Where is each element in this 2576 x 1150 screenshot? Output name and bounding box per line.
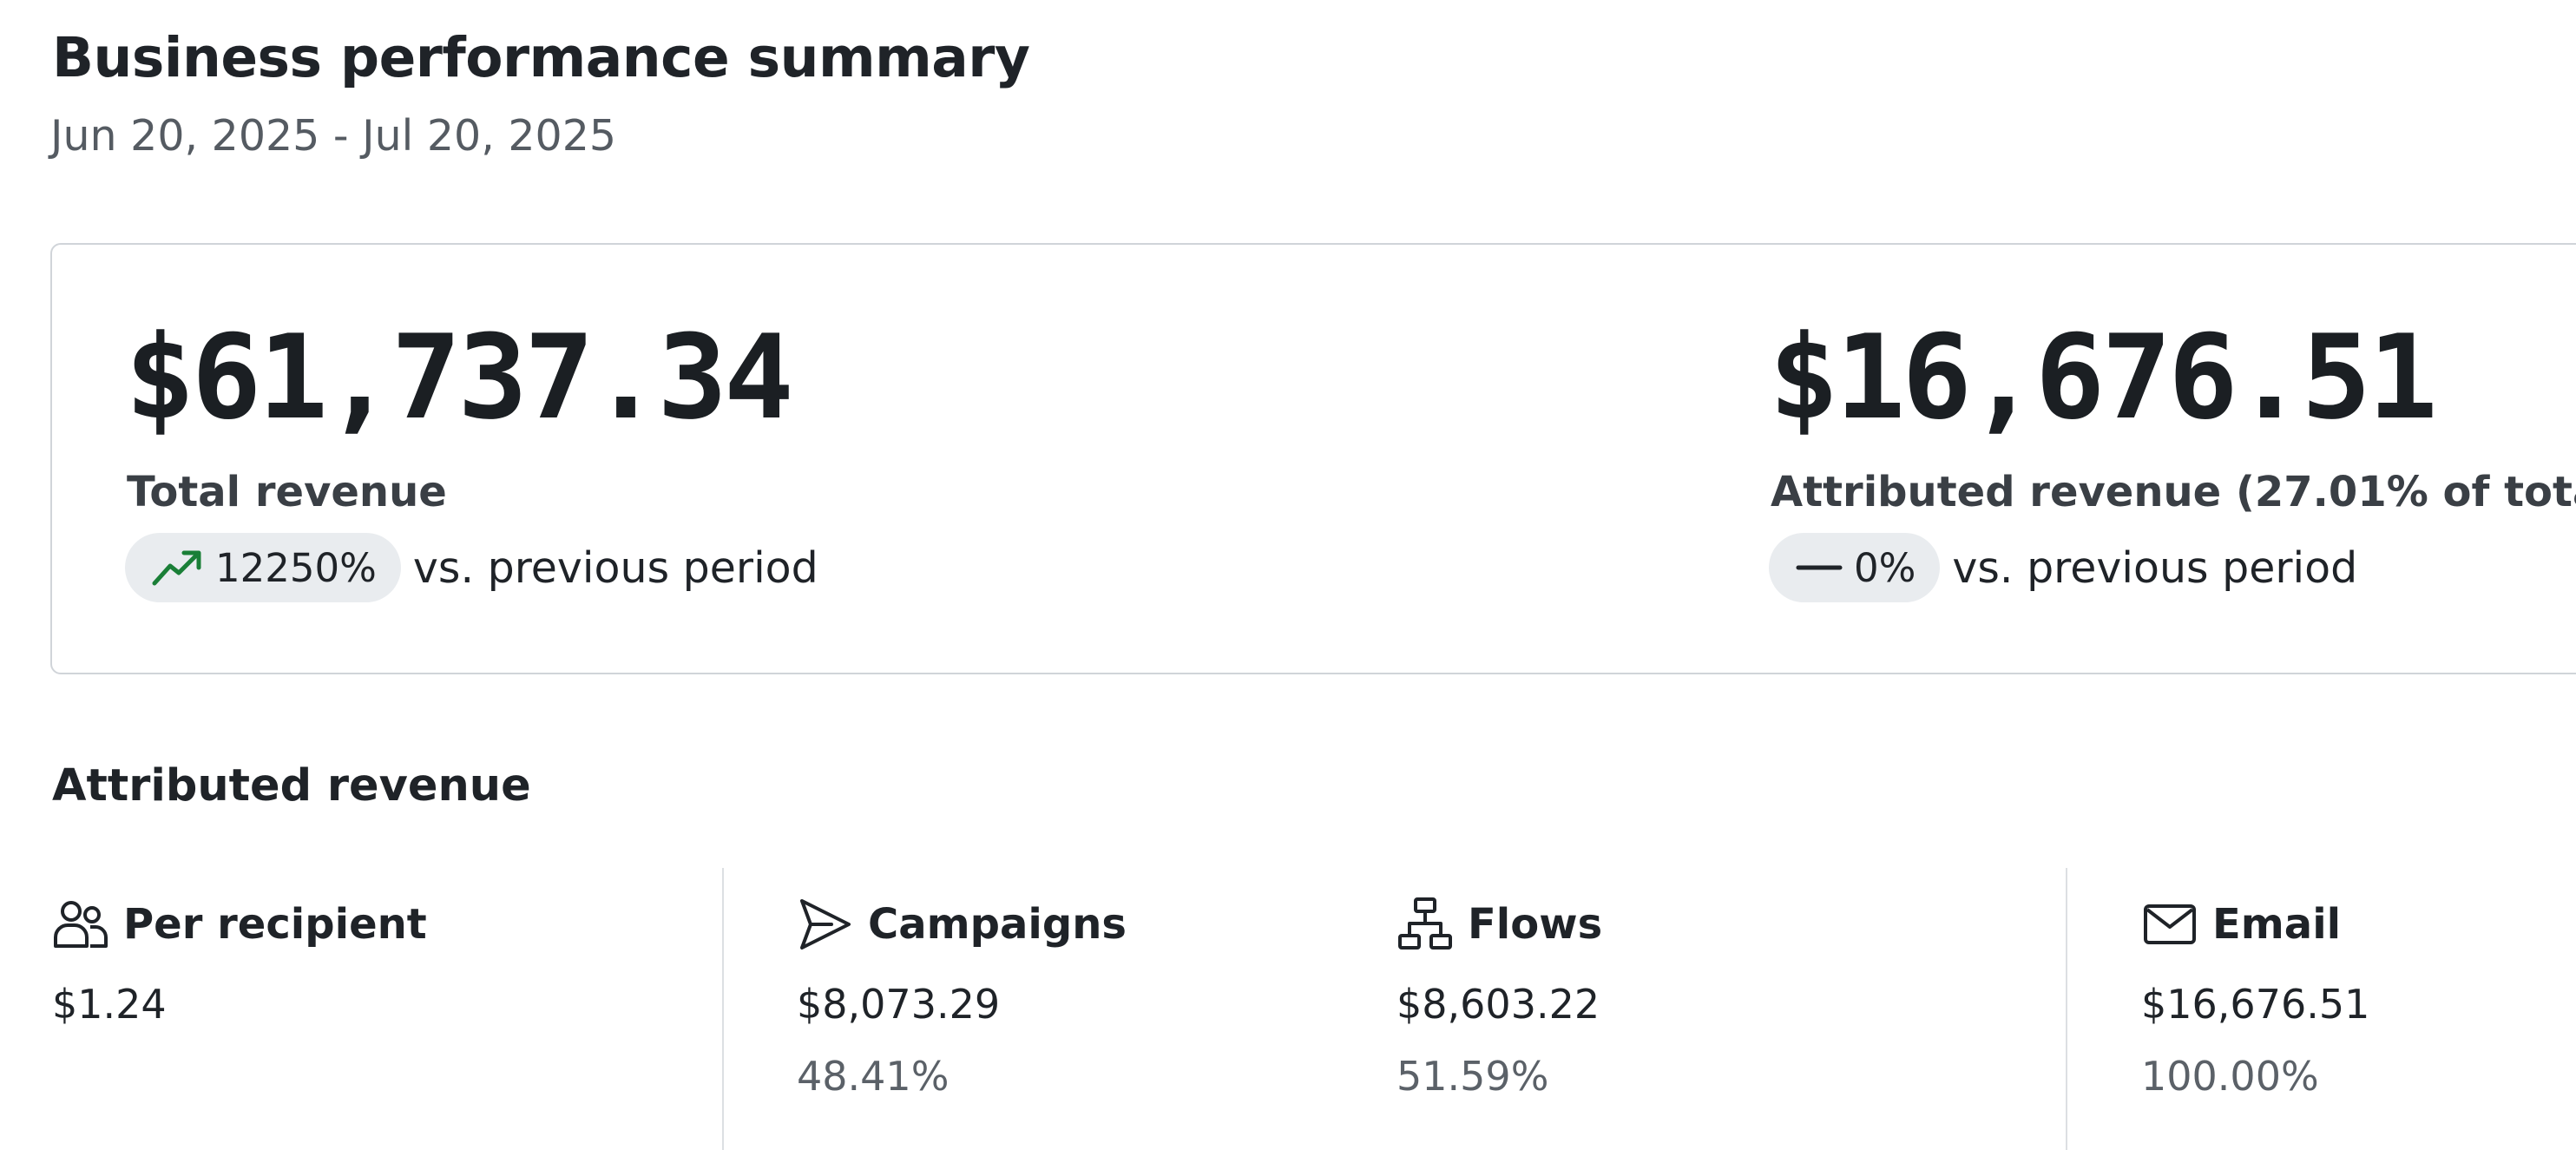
- total-revenue-change-badge: 12250%: [125, 533, 401, 602]
- stat-share: 51.59%: [1396, 1053, 1549, 1100]
- attributed-revenue-value: $16,676.51: [1769, 310, 2438, 445]
- stat-flows: Flows $8,603.22 51.59%: [1396, 894, 1602, 1100]
- stat-value: $16,676.51: [2141, 981, 2370, 1028]
- stat-share: 48.41%: [797, 1053, 950, 1100]
- stat-per-recipient: Per recipient $1.24: [52, 894, 427, 1028]
- dash-icon: [1795, 547, 1843, 588]
- flow-icon: [1396, 896, 1454, 953]
- send-icon: [797, 896, 854, 953]
- summary-card: $61,737.34 Total revenue 12250% vs. prev…: [50, 243, 2576, 674]
- page-title: Business performance summary: [52, 26, 1030, 89]
- stat-header: Per recipient: [52, 894, 427, 955]
- trend-up-icon: [151, 547, 205, 588]
- attributed-revenue-change-badge: 0%: [1769, 533, 1941, 602]
- total-revenue-change-row: 12250% vs. previous period: [125, 533, 818, 602]
- total-revenue-value: $61,737.34: [125, 310, 794, 445]
- stat-header: Campaigns: [797, 894, 1127, 955]
- stat-value: $8,603.22: [1396, 981, 1600, 1028]
- mail-icon: [2141, 896, 2198, 953]
- stat-value: $1.24: [52, 981, 167, 1028]
- stat-value: $8,073.29: [797, 981, 1001, 1028]
- attributed-revenue-change-row: 0% vs. previous period: [1769, 533, 2357, 602]
- attributed-revenue-change-value: 0%: [1854, 544, 1916, 591]
- stat-label: Campaigns: [868, 900, 1127, 949]
- stat-campaigns: Campaigns $8,073.29 48.41%: [797, 894, 1127, 1100]
- stat-label: Per recipient: [123, 900, 427, 949]
- stat-header: Flows: [1396, 894, 1602, 955]
- attributed-section-title: Attributed revenue: [52, 760, 531, 812]
- total-revenue-change-value: 12250%: [215, 544, 377, 591]
- date-range: Jun 20, 2025 - Jul 20, 2025: [50, 111, 617, 161]
- stat-label: Email: [2212, 900, 2342, 949]
- column-divider: [2066, 868, 2067, 1150]
- attributed-revenue-change-suffix: vs. previous period: [1952, 542, 2358, 593]
- column-divider: [722, 868, 724, 1150]
- stat-label: Flows: [1468, 900, 1603, 949]
- total-revenue-change-suffix: vs. previous period: [412, 542, 818, 593]
- stat-share: 100.00%: [2141, 1053, 2319, 1100]
- attributed-revenue-label: Attributed revenue (27.01% of total): [1771, 468, 2576, 516]
- total-revenue-label: Total revenue: [127, 468, 447, 516]
- stat-email: Email $16,676.51 100.00%: [2141, 894, 2369, 1100]
- users-icon: [52, 896, 109, 953]
- stat-header: Email: [2141, 894, 2341, 955]
